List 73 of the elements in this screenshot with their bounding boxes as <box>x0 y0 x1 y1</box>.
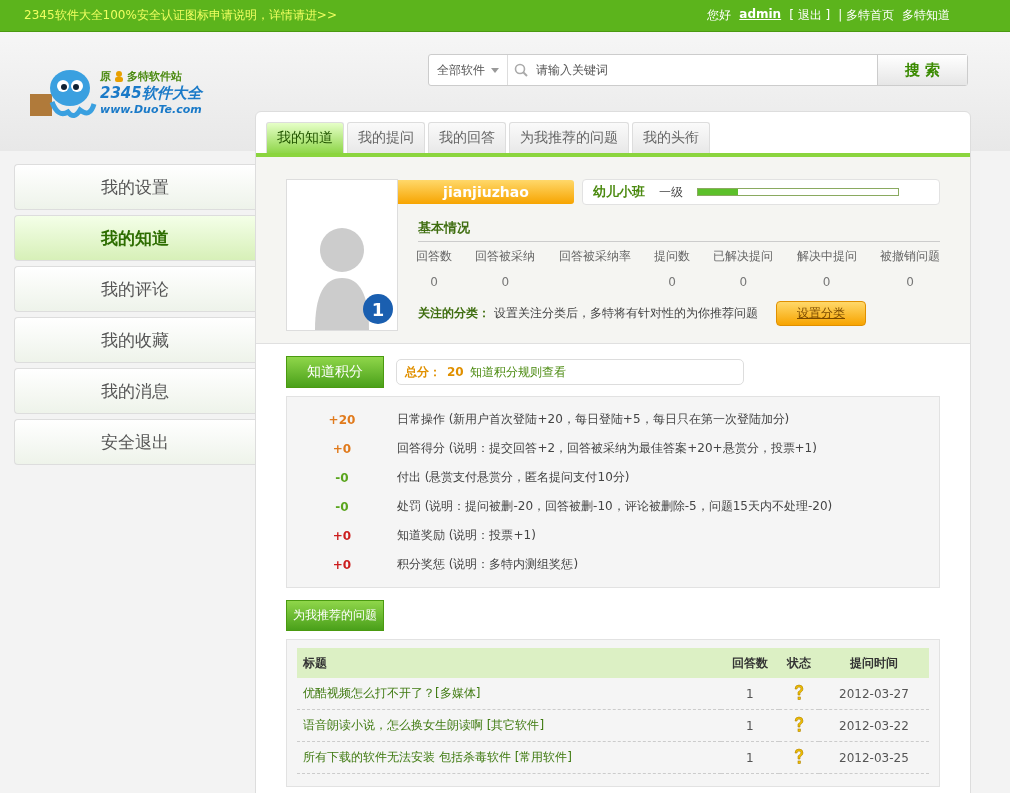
question-mark-icon <box>792 715 805 733</box>
tab[interactable]: 我的知道 <box>266 122 344 153</box>
points-rule: 回答得分 (说明：提交回答+2，回答被采纳为最佳答案+20+悬赏分，投票+1) <box>397 440 817 457</box>
stat-value: 0 <box>501 275 510 289</box>
stat-value: 0 <box>668 275 676 289</box>
sidebar-item[interactable]: 安全退出 <box>14 419 255 465</box>
caret-icon <box>491 67 499 73</box>
set-category-button[interactable]: 设置分类 <box>776 301 866 326</box>
search-input[interactable]: 请输入关键词 <box>534 62 877 78</box>
tab[interactable]: 为我推荐的问题 <box>509 122 629 153</box>
logo-url: www.DuoTe.com <box>100 102 202 116</box>
points-value: +0 <box>331 441 353 456</box>
sidebar-item[interactable]: 我的知道 <box>14 215 255 261</box>
column-header: 状态 <box>778 648 819 678</box>
question-link[interactable]: 所有下载的软件无法安装 包括杀毒软件 [常用软件] <box>303 750 572 764</box>
column-header: 标题 <box>297 648 721 678</box>
tab[interactable]: 我的回答 <box>428 122 506 153</box>
logo-text: 多特软件站 <box>127 68 182 84</box>
stat-value: 0 <box>822 275 831 289</box>
table-cell: 2012-03-25 <box>818 741 929 774</box>
stat-label: 回答被采纳率 <box>558 248 631 265</box>
question-mark-icon <box>792 747 805 765</box>
points-rule: 日常操作 (新用户首次登陆+20，每日登陆+5，每日只在第一次登陆加分) <box>397 411 790 428</box>
stat-label: 已解决提问 <box>713 248 774 265</box>
table-cell: 1 <box>720 678 779 710</box>
search-icon <box>514 63 528 77</box>
stat-label: 解决中提问 <box>796 248 857 265</box>
rules-link[interactable]: 知道积分规则查看 <box>469 363 566 381</box>
sidebar-item[interactable]: 我的消息 <box>14 368 255 414</box>
total-label: 总分： <box>405 363 441 381</box>
column-header: 提问时间 <box>818 648 929 678</box>
table-cell: 1 <box>720 709 779 742</box>
stat-label: 回答被采纳 <box>475 248 536 265</box>
sidebar-item[interactable]: 我的设置 <box>14 164 255 210</box>
sidebar-item[interactable]: 我的评论 <box>14 266 255 312</box>
points-value: -0 <box>334 470 350 485</box>
points-rule: 付出 (悬赏支付悬赏分，匿名提问支付10分) <box>397 469 630 486</box>
table-cell: 2012-03-27 <box>818 678 929 710</box>
greeting-text: 您好 <box>707 7 732 24</box>
points-value: +0 <box>331 528 353 543</box>
rank-title: 幼儿小班 <box>593 183 645 201</box>
stat-value: 0 <box>739 275 748 289</box>
stat-label: 被撤销问题 <box>879 248 940 265</box>
logo-text: 原 <box>100 68 111 84</box>
points-rule: 积分奖惩 (说明：多特内测组奖惩) <box>397 556 579 573</box>
person-icon <box>113 70 125 82</box>
points-value: +20 <box>327 412 357 427</box>
level-badge: 1 <box>363 294 393 324</box>
tab[interactable]: 我的头衔 <box>632 122 710 153</box>
points-rule: 知道奖励 (说明：投票+1) <box>397 527 536 544</box>
sidebar-item[interactable]: 我的收藏 <box>14 317 255 363</box>
question-link[interactable]: 语音朗读小说，怎么换女生朗读啊 [其它软件] <box>303 718 545 732</box>
points-rule: 处罚 (说明：提问被删-20，回答被删-10，评论被删除-5，问题15天内不处理-20) <box>397 498 833 515</box>
table-cell: 2012-03-22 <box>818 709 929 742</box>
username-banner: jianjiuzhao <box>398 180 574 204</box>
stat-label: 回答数 <box>416 248 452 265</box>
tab[interactable]: 我的提问 <box>347 122 425 153</box>
logo-title: 2345软件大全 <box>100 83 202 103</box>
section-title: 基本情况 <box>418 219 940 242</box>
stat-value: 0 <box>906 275 914 289</box>
question-mark-icon <box>792 683 805 701</box>
points-value: -0 <box>334 499 350 514</box>
follow-label: 关注的分类： <box>418 305 490 322</box>
stat-label: 提问数 <box>654 248 690 265</box>
table-cell: 1 <box>720 741 779 774</box>
stat-value: 0 <box>430 275 438 289</box>
column-header: 回答数 <box>720 648 779 678</box>
grade-text: 一级 <box>659 183 683 201</box>
total-value: 20 <box>447 365 464 379</box>
points-value: +0 <box>331 557 353 572</box>
question-link[interactable]: 优酷视频怎么打不开了？[多媒体] <box>303 686 481 700</box>
follow-text: 设置关注分类后，多特将有针对性的为你推荐问题 <box>494 305 758 322</box>
search-button[interactable]: 搜 索 <box>877 55 967 85</box>
